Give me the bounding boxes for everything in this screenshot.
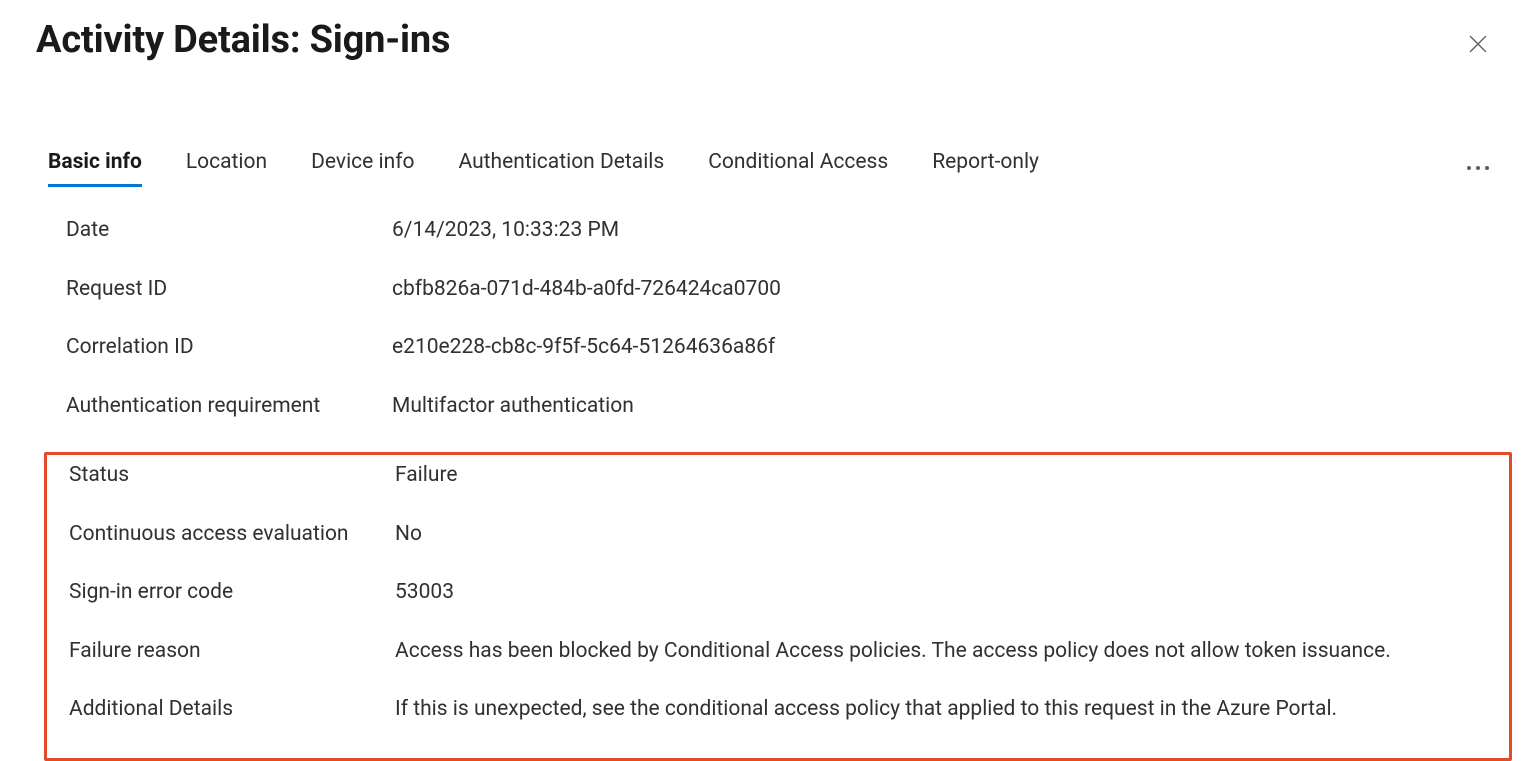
label-request-id: Request ID xyxy=(66,277,392,301)
row-correlation-id: Correlation ID e210e228-cb8c-9f5f-5c64-5… xyxy=(48,335,1508,394)
value-cae: No xyxy=(395,522,1509,546)
page-title: Activity Details: Sign-ins xyxy=(36,18,450,62)
value-auth-requirement: Multifactor authentication xyxy=(392,394,1508,418)
details-list: Date 6/14/2023, 10:33:23 PM Request ID c… xyxy=(48,218,1508,761)
tab-bar: Basic info Location Device info Authenti… xyxy=(48,150,1039,187)
close-button[interactable] xyxy=(1460,26,1496,62)
label-failure-reason: Failure reason xyxy=(69,639,395,663)
label-error-code: Sign-in error code xyxy=(69,580,395,604)
value-error-code: 53003 xyxy=(395,580,1509,604)
label-correlation-id: Correlation ID xyxy=(66,335,392,359)
label-auth-requirement: Authentication requirement xyxy=(66,394,392,418)
value-status: Failure xyxy=(395,463,1509,487)
row-error-code: Sign-in error code 53003 xyxy=(47,580,1509,639)
tab-basic-info[interactable]: Basic info xyxy=(48,150,142,187)
label-date: Date xyxy=(66,218,392,242)
more-tabs-button[interactable] xyxy=(1460,156,1496,180)
row-request-id: Request ID cbfb826a-071d-484b-a0fd-72642… xyxy=(48,277,1508,336)
ellipsis-icon xyxy=(1467,166,1471,170)
signin-details-panel: Activity Details: Sign-ins Basic info Lo… xyxy=(0,0,1536,754)
tab-device-info[interactable]: Device info xyxy=(311,150,414,187)
value-failure-reason: Access has been blocked by Conditional A… xyxy=(395,639,1509,663)
tab-authentication-details[interactable]: Authentication Details xyxy=(459,150,665,187)
failure-highlight: Status Failure Continuous access evaluat… xyxy=(44,452,1512,761)
ellipsis-icon xyxy=(1476,166,1480,170)
tab-location[interactable]: Location xyxy=(186,150,267,187)
close-icon xyxy=(1469,35,1487,53)
value-additional-details: If this is unexpected, see the condition… xyxy=(395,697,1509,721)
tab-conditional-access[interactable]: Conditional Access xyxy=(708,150,888,187)
ellipsis-icon xyxy=(1485,166,1489,170)
row-failure-reason: Failure reason Access has been blocked b… xyxy=(47,639,1509,698)
row-status: Status Failure xyxy=(47,463,1509,522)
value-request-id: cbfb826a-071d-484b-a0fd-726424ca0700 xyxy=(392,277,1508,301)
row-cae: Continuous access evaluation No xyxy=(47,522,1509,581)
row-date: Date 6/14/2023, 10:33:23 PM xyxy=(48,218,1508,277)
label-additional-details: Additional Details xyxy=(69,697,395,721)
tab-report-only[interactable]: Report-only xyxy=(932,150,1039,187)
value-date: 6/14/2023, 10:33:23 PM xyxy=(392,218,1508,242)
label-status: Status xyxy=(69,463,395,487)
value-correlation-id: e210e228-cb8c-9f5f-5c64-51264636a86f xyxy=(392,335,1508,359)
label-cae: Continuous access evaluation xyxy=(69,522,395,546)
row-auth-requirement: Authentication requirement Multifactor a… xyxy=(48,394,1508,453)
row-additional-details: Additional Details If this is unexpected… xyxy=(47,697,1509,756)
